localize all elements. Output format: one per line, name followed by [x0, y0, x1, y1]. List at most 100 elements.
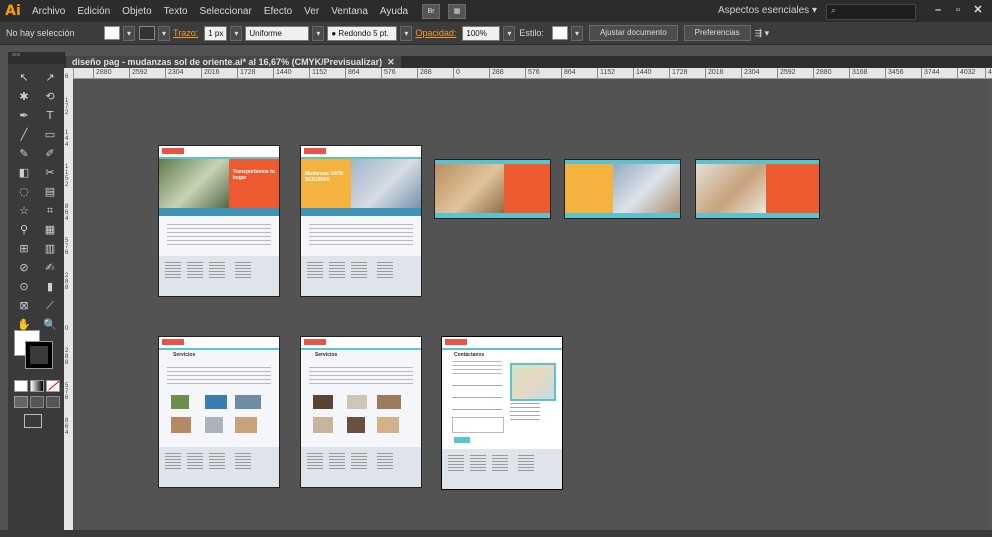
eyedropper-tool-icon[interactable]: ⊘: [14, 260, 34, 275]
warp-tool-icon[interactable]: ☆: [14, 203, 34, 218]
none-button[interactable]: [46, 380, 60, 392]
scale-tool-icon[interactable]: ▤: [40, 184, 60, 199]
lasso-tool-icon[interactable]: ⟲: [40, 89, 60, 104]
ruler-tick: 8 6 4: [65, 204, 69, 222]
service-photo: [171, 417, 191, 433]
style-swatch[interactable]: [551, 26, 568, 40]
align-icon[interactable]: ⇶ ▾: [751, 28, 774, 39]
close-button[interactable]: ✕: [968, 3, 988, 18]
preferences-button[interactable]: Preferencias: [683, 25, 751, 41]
horizontal-ruler[interactable]: 2880 2592 2304 2016 1728 1440 1152 864 5…: [73, 68, 992, 79]
symbol-sprayer-tool-icon[interactable]: ⊙: [14, 279, 34, 294]
banner-1[interactable]: [434, 159, 551, 219]
gradient-button[interactable]: [30, 380, 44, 392]
fill-dropdown[interactable]: ▾: [123, 25, 136, 41]
menu-seleccionar[interactable]: Seleccionar: [194, 6, 258, 17]
shape-builder-tool-icon[interactable]: ⚲: [14, 222, 34, 237]
footer-col: [329, 453, 345, 471]
horizontal-scrollbar[interactable]: [64, 530, 992, 537]
menu-objeto[interactable]: Objeto: [116, 6, 157, 17]
artboard-home-1[interactable]: Transportamos tu hogar: [158, 145, 280, 297]
ruler-tick: 2 8 8: [65, 348, 69, 366]
artboard-contact[interactable]: Contáctanos: [441, 336, 563, 490]
profile-dropdown[interactable]: ▾: [312, 25, 325, 41]
hero-banner: Mudanzas 100% SEGURAS: [301, 159, 421, 216]
vertical-scrollbar[interactable]: [987, 79, 992, 530]
menu-texto[interactable]: Texto: [158, 6, 194, 17]
site-nav: [301, 146, 421, 159]
stroke-color-box[interactable]: [25, 341, 53, 369]
ruler-tick: 4032: [957, 68, 976, 78]
stroke-dropdown[interactable]: ▾: [158, 25, 171, 41]
tools-panel-header[interactable]: ≡≡: [8, 52, 64, 64]
artboard-home-2[interactable]: Mudanzas 100% SEGURAS: [300, 145, 422, 297]
menu-ayuda[interactable]: Ayuda: [374, 6, 414, 17]
rectangle-tool-icon[interactable]: ▭: [40, 127, 60, 142]
ruler-tick: 1152: [309, 68, 327, 78]
stroke-weight-field[interactable]: 1 px: [204, 25, 228, 41]
magic-wand-tool-icon[interactable]: ✱: [14, 89, 34, 104]
ruler-tick: 864: [561, 68, 576, 78]
draw-normal-button[interactable]: [14, 396, 28, 408]
rotate-tool-icon[interactable]: ◌: [14, 184, 34, 199]
pen-tool-icon[interactable]: ✒: [14, 108, 34, 123]
draw-inside-button[interactable]: [46, 396, 60, 408]
footer-col: [187, 453, 203, 471]
fill-swatch[interactable]: [104, 26, 120, 40]
stroke-label[interactable]: Trazo:: [170, 28, 201, 38]
ruler-tick: 2304: [741, 68, 760, 78]
color-button[interactable]: [14, 380, 28, 392]
stroke-weight-dropdown[interactable]: ▾: [230, 25, 243, 41]
opacity-label[interactable]: Opacidad:: [412, 28, 459, 38]
artboard-services-1[interactable]: Servicios: [158, 336, 280, 488]
screen-mode-icon[interactable]: [24, 414, 42, 428]
stroke-swatch[interactable]: [139, 26, 156, 40]
bridge-button[interactable]: Br: [422, 3, 441, 19]
brush-definition[interactable]: ● Redondo 5 pt.: [327, 25, 398, 41]
eraser-tool-icon[interactable]: ✂: [40, 165, 60, 180]
type-tool-icon[interactable]: T: [40, 108, 60, 123]
artboard-tool-icon[interactable]: ⊠: [14, 298, 34, 313]
style-dropdown[interactable]: ▾: [570, 25, 583, 41]
close-tab-icon[interactable]: ✕: [387, 57, 395, 67]
paintbrush-tool-icon[interactable]: ✎: [14, 146, 34, 161]
artboard-services-2[interactable]: Servicios: [300, 336, 422, 488]
ruler-tick: 8 6 4: [65, 418, 69, 436]
blob-brush-tool-icon[interactable]: ◧: [14, 165, 34, 180]
opacity-dropdown[interactable]: ▾: [503, 25, 516, 41]
restore-button[interactable]: ▫: [948, 3, 968, 18]
slice-tool-icon[interactable]: ⟋: [40, 298, 60, 313]
workspace-switcher[interactable]: Aspectos esenciales ▾: [718, 5, 817, 16]
banner-2[interactable]: [564, 159, 681, 219]
menu-ventana[interactable]: Ventana: [325, 6, 374, 17]
document-tab[interactable]: diseño pag - mudanzas sol de oriente.ai*…: [66, 56, 401, 68]
menu-edicion[interactable]: Edición: [71, 6, 116, 17]
draw-behind-button[interactable]: [30, 396, 44, 408]
selection-tool-icon[interactable]: ↖: [14, 70, 34, 85]
brush-dropdown[interactable]: ▾: [400, 25, 413, 41]
menu-efecto[interactable]: Efecto: [258, 6, 298, 17]
tools-panel: ≡≡ ↖ ↗ ✱ ⟲ ✒ T ╱ ▭ ✎ ✐ ◧ ✂ ◌ ▤ ☆ ⌗ ⚲ ▦ ⊞…: [8, 52, 65, 530]
canvas[interactable]: Transportamos tu hogar Mudanzas 100% SEG…: [73, 79, 992, 530]
variable-width-profile[interactable]: Uniforme: [245, 25, 310, 41]
gradient-tool-icon[interactable]: ▥: [40, 241, 60, 256]
arrange-documents-button[interactable]: ▦: [448, 3, 467, 19]
banner-3[interactable]: [695, 159, 820, 219]
opacity-field[interactable]: 100%: [462, 25, 501, 41]
free-transform-tool-icon[interactable]: ⌗: [40, 203, 60, 218]
menu-archivo[interactable]: Archivo: [26, 6, 71, 17]
document-setup-button[interactable]: Ajustar documento: [588, 25, 678, 41]
menu-ver[interactable]: Ver: [298, 6, 325, 17]
line-tool-icon[interactable]: ╱: [14, 127, 34, 142]
blend-tool-icon[interactable]: ✍: [40, 260, 60, 275]
search-input[interactable]: ⌕: [826, 4, 916, 20]
banner-top: [696, 160, 819, 164]
pencil-tool-icon[interactable]: ✐: [40, 146, 60, 161]
direct-selection-tool-icon[interactable]: ↗: [40, 70, 60, 85]
perspective-grid-tool-icon[interactable]: ▦: [40, 222, 60, 237]
site-nav: [301, 337, 421, 350]
minimize-button[interactable]: –: [928, 3, 948, 18]
column-graph-tool-icon[interactable]: ▮: [40, 279, 60, 294]
footer: [301, 256, 421, 296]
mesh-tool-icon[interactable]: ⊞: [14, 241, 34, 256]
